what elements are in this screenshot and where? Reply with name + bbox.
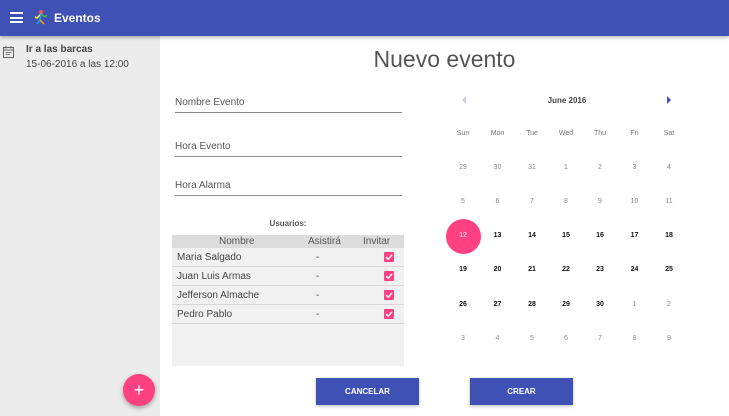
calendar-day[interactable]: 8: [621, 335, 649, 342]
calendar-day[interactable]: 1: [621, 301, 649, 308]
weekday-label: Tue: [526, 130, 538, 137]
invite-checkbox[interactable]: [384, 252, 394, 262]
weekday-label: Sun: [456, 130, 470, 137]
calendar-day[interactable]: 2: [655, 301, 683, 308]
calendar-day[interactable]: 9: [655, 335, 683, 342]
calendar-day[interactable]: 29: [449, 164, 477, 171]
weekday-label: Sat: [663, 130, 675, 137]
calendar-day[interactable]: 18: [655, 232, 683, 239]
cancel-button[interactable]: CANCELAR: [316, 378, 419, 405]
menu-icon[interactable]: [10, 12, 23, 23]
event-time-placeholder: Hora Evento: [175, 141, 231, 152]
create-button[interactable]: CREAR: [470, 378, 573, 405]
check-icon: [385, 292, 393, 299]
check-icon: [385, 273, 393, 280]
alarm-time-field[interactable]: Hora Alarma: [175, 178, 402, 196]
invite-checkbox[interactable]: [384, 271, 394, 281]
calendar-day[interactable]: 16: [586, 232, 614, 239]
calendar-day-selected[interactable]: 12: [449, 232, 477, 239]
weekday-label: Wed: [558, 130, 574, 137]
calendar-day[interactable]: 5: [518, 335, 546, 342]
user-name: Jefferson Almache: [177, 290, 260, 301]
event-time-field[interactable]: Hora Evento: [175, 139, 402, 157]
event-name-placeholder: Nombre Evento: [175, 97, 245, 108]
calendar-day[interactable]: 28: [518, 301, 546, 308]
calendar-day[interactable]: 24: [621, 266, 649, 273]
calendar-day[interactable]: 30: [484, 164, 512, 171]
calendar-day[interactable]: 6: [552, 335, 580, 342]
page-title: Nuevo evento: [373, 46, 516, 72]
user-attend: -: [316, 309, 320, 320]
header-name: Nombre: [219, 236, 255, 247]
calendar-day[interactable]: 31: [518, 164, 546, 171]
calendar-day[interactable]: 11: [655, 198, 683, 205]
table-header: Nombre Asistirá Invitar: [172, 235, 404, 248]
calendar-day[interactable]: 22: [552, 266, 580, 273]
table-row: Jefferson Almache -: [172, 286, 404, 305]
calendar-day[interactable]: 17: [621, 232, 649, 239]
weekday-label: Mon: [490, 130, 505, 137]
calendar-day[interactable]: 8: [552, 198, 580, 205]
calendar-day[interactable]: 25: [655, 266, 683, 273]
invite-checkbox[interactable]: [384, 309, 394, 319]
calendar-day[interactable]: 29: [552, 301, 580, 308]
calendar-day[interactable]: 13: [484, 232, 512, 239]
calendar-day[interactable]: 1: [552, 164, 580, 171]
user-attend: -: [316, 290, 320, 301]
event-name-field[interactable]: Nombre Evento: [175, 95, 402, 113]
calendar-day[interactable]: 23: [586, 266, 614, 273]
app-title: Eventos: [54, 11, 101, 25]
table-row: Juan Luis Armas -: [172, 267, 404, 286]
user-name: Maria Salgado: [177, 252, 242, 263]
app-bar: Eventos: [0, 0, 729, 36]
users-label: Usuarios:: [269, 219, 307, 228]
calendar-day[interactable]: 20: [484, 266, 512, 273]
event-title: Ir a las barcas: [26, 44, 93, 55]
calendar-day[interactable]: 21: [518, 266, 546, 273]
check-icon: [385, 254, 393, 261]
users-table: Nombre Asistirá Invitar Maria Salgado - …: [172, 235, 404, 366]
calendar-day[interactable]: 27: [484, 301, 512, 308]
calendar-day[interactable]: 9: [586, 198, 614, 205]
calendar-note-icon: [3, 46, 14, 58]
user-name: Juan Luis Armas: [177, 271, 251, 282]
sidebar: Ir a las barcas 15-06-2016 a las 12:00: [0, 36, 160, 416]
alarm-time-placeholder: Hora Alarma: [175, 180, 231, 191]
table-row: Maria Salgado -: [172, 248, 404, 267]
calendar-day[interactable]: 7: [518, 198, 546, 205]
header-invite: Invitar: [363, 236, 391, 247]
calendar-day[interactable]: 14: [518, 232, 546, 239]
calendar-day[interactable]: 3: [621, 164, 649, 171]
header-attend: Asistirá: [308, 236, 341, 247]
calendar-day[interactable]: 7: [586, 335, 614, 342]
calendar-day[interactable]: 4: [484, 335, 512, 342]
calendar-month-label: June 2016: [547, 96, 587, 105]
event-list-item[interactable]: Ir a las barcas 15-06-2016 a las 12:00: [0, 44, 160, 74]
table-row: Pedro Pablo -: [172, 305, 404, 324]
calendar-day[interactable]: 6: [484, 198, 512, 205]
calendar-day[interactable]: 10: [621, 198, 649, 205]
calendar-day[interactable]: 5: [449, 198, 477, 205]
calendar-day[interactable]: 3: [449, 335, 477, 342]
calendar-day[interactable]: 30: [586, 301, 614, 308]
calendar-day[interactable]: 2: [586, 164, 614, 171]
user-attend: -: [316, 271, 320, 282]
add-event-button[interactable]: +: [123, 374, 155, 406]
weekday-label: Fri: [630, 130, 639, 137]
invite-checkbox[interactable]: [384, 290, 394, 300]
chevron-right-icon[interactable]: [665, 95, 673, 105]
calendar-day[interactable]: 4: [655, 164, 683, 171]
calendar-day[interactable]: 19: [449, 266, 477, 273]
calendar-day[interactable]: 26: [449, 301, 477, 308]
user-attend: -: [316, 252, 320, 263]
calendar-day[interactable]: 15: [552, 232, 580, 239]
check-icon: [385, 311, 393, 318]
weekday-label: Thu: [593, 130, 607, 137]
app-logo-icon: [34, 10, 48, 25]
user-name: Pedro Pablo: [177, 309, 233, 320]
event-date: 15-06-2016 a las 12:00: [26, 59, 129, 70]
